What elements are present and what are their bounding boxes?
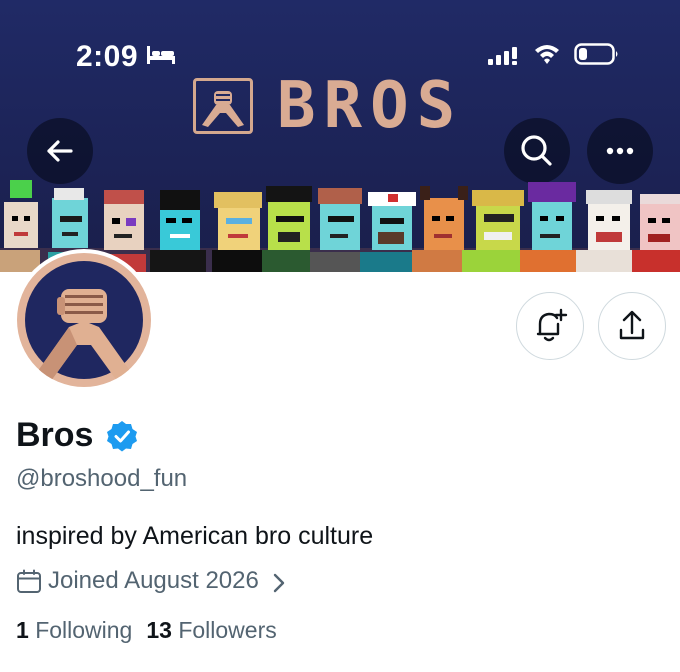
followers-label: Followers bbox=[178, 617, 277, 643]
profile-avatar[interactable] bbox=[13, 249, 155, 391]
following-label: Following bbox=[35, 617, 133, 643]
followers-link[interactable]: 13 Followers bbox=[146, 617, 276, 643]
following-count: 1 bbox=[16, 617, 29, 643]
status-time: 2:09 bbox=[76, 40, 139, 73]
search-button[interactable] bbox=[504, 118, 570, 184]
joined-date: Joined August 2026 bbox=[48, 567, 259, 594]
followers-count: 13 bbox=[146, 617, 172, 643]
more-horizontal-icon bbox=[606, 147, 634, 155]
wifi-icon bbox=[535, 45, 559, 64]
battery-icon bbox=[574, 43, 618, 65]
brand-logo: BROS bbox=[193, 74, 487, 138]
display-name: Bros bbox=[16, 416, 94, 454]
calendar-icon bbox=[17, 569, 41, 593]
profile-banner[interactable]: 2:09 BROS bbox=[0, 0, 680, 272]
back-button[interactable] bbox=[27, 118, 93, 184]
notify-button[interactable] bbox=[516, 292, 584, 360]
search-icon bbox=[521, 135, 552, 166]
profile-bio: inspired by American bro culture bbox=[16, 522, 374, 550]
bell-plus-icon bbox=[536, 308, 568, 342]
following-link[interactable]: 1 Following bbox=[16, 617, 132, 643]
chevron-right-icon bbox=[273, 573, 285, 593]
bed-icon bbox=[147, 46, 175, 64]
arrow-left-icon bbox=[47, 140, 73, 162]
arm-wrestle-avatar-image bbox=[25, 261, 143, 381]
user-handle: @broshood_fun bbox=[16, 465, 188, 492]
arm-wrestle-handshake-icon bbox=[193, 78, 253, 134]
share-button[interactable] bbox=[598, 292, 666, 360]
follow-stats: 1 Following 13 Followers bbox=[16, 617, 277, 644]
brand-text: BROS bbox=[277, 69, 464, 143]
share-icon bbox=[619, 310, 645, 340]
verified-badge-icon[interactable] bbox=[106, 420, 138, 452]
cellular-signal-icon bbox=[488, 47, 517, 65]
more-button[interactable] bbox=[587, 118, 653, 184]
